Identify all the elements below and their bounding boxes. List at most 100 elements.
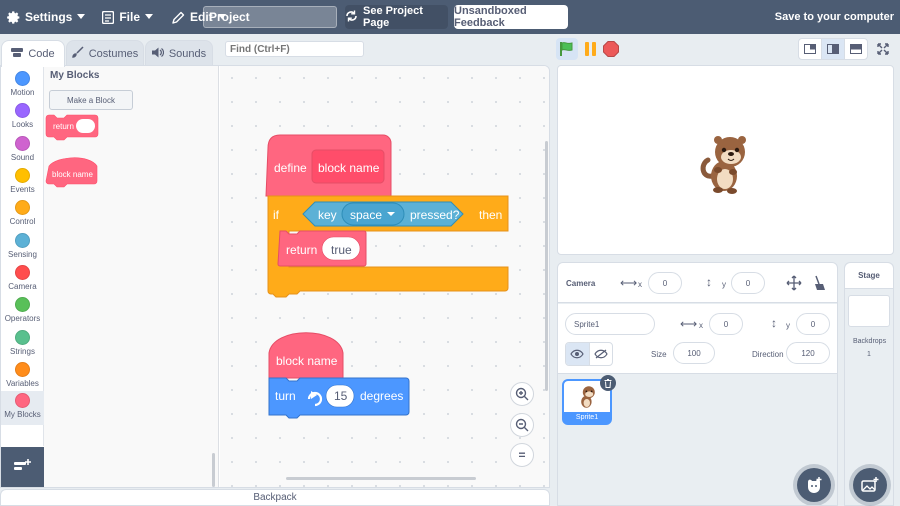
category-camera[interactable]: Camera [1,263,44,295]
show-sprite-button[interactable] [566,343,590,365]
return-value-label: true [331,243,352,257]
stop-button[interactable] [603,41,619,57]
save-to-computer-link[interactable]: Save to your computer [775,0,894,34]
category-sensing[interactable]: Sensing [1,231,44,263]
zoom-in-button[interactable] [510,382,534,406]
sprite-tile[interactable]: Sprite1 [562,375,616,425]
settings-menu[interactable]: Settings [0,0,92,34]
sprite-x-value: 0 [723,319,729,329]
broom-icon [815,275,825,290]
file-icon [102,10,115,24]
trash-icon [604,378,612,388]
workspace-vertical-scrollbar[interactable] [545,141,548,391]
delete-sprite-button[interactable] [600,375,616,391]
category-dot [15,362,30,377]
tab-sounds[interactable]: Sounds [145,40,213,66]
pressed-label: pressed? [410,208,460,222]
camera-move-button[interactable] [782,272,806,294]
project-title-input[interactable] [203,6,337,28]
add-backdrop-button[interactable] [853,468,887,502]
tab-costumes-label: Costumes [88,47,139,60]
return-value-slot[interactable] [76,119,95,133]
pause-button[interactable] [582,41,598,57]
otter-sprite[interactable] [698,132,758,196]
then-label: then [479,208,503,222]
code-editor: Motion Looks Sound Events Control Sensin… [0,65,550,488]
camera-reset-button[interactable] [807,272,831,294]
add-sprite-icon [808,477,822,493]
category-menu: Motion Looks Sound Events Control Sensin… [1,66,44,446]
file-menu[interactable]: File [95,0,160,34]
zoom-out-button[interactable] [510,413,534,437]
camera-label: Camera [566,279,596,288]
key-label: key [318,208,337,222]
normal-stage-button[interactable] [822,39,845,59]
add-extension-button[interactable] [1,447,44,487]
category-label: Sound [10,153,35,162]
category-motion[interactable]: Motion [1,69,44,101]
save-to-computer-label: Save to your computer [774,11,894,23]
sprite-y-value: 0 [810,319,816,329]
sprite-name-value: Sprite1 [574,319,600,329]
category-operators[interactable]: Operators [1,295,44,327]
stage-size-toggle [798,38,868,60]
turn-value-label: 15 [334,389,348,403]
tab-costumes[interactable]: Costumes [66,40,144,66]
category-sound[interactable]: Sound [1,134,44,166]
camera-x-input[interactable]: 0 [648,272,682,294]
category-looks[interactable]: Looks [1,101,44,133]
category-events[interactable]: Events [1,166,44,198]
category-control[interactable]: Control [1,198,44,230]
stage-pane-title: Stage [845,263,893,289]
category-label: Strings [10,347,35,356]
category-label: Control [9,217,36,226]
code-icon [11,47,24,61]
size-label: Size [651,350,667,359]
category-strings[interactable]: Strings [1,328,44,360]
category-label: My Blocks [4,410,41,419]
sprite-y-input[interactable]: 0 [796,313,830,335]
direction-value: 120 [801,348,815,358]
horizontal-arrows-icon: ⟷ [620,276,638,290]
hide-sprite-button[interactable] [590,343,613,365]
script-workspace[interactable]: define block name if key space pressed? … [220,66,549,487]
workspace-horizontal-scrollbar[interactable] [286,477,476,480]
find-input[interactable] [225,41,364,57]
zoom-reset-button[interactable]: = [510,443,534,467]
large-stage-button[interactable] [845,39,867,59]
category-variables[interactable]: Variables [1,360,44,392]
category-dot [15,71,30,86]
vertical-arrows-icon: ↕ [771,316,777,330]
category-dot [15,265,30,280]
key-value-label: space [350,208,383,222]
direction-input[interactable]: 120 [786,342,830,364]
see-project-page-button[interactable]: See Project Page [345,5,448,29]
remix-arrows-icon [345,10,358,25]
return-label: return [286,243,318,257]
sprite-x-input[interactable]: 0 [709,313,743,335]
small-stage-button[interactable] [799,39,822,59]
sprite-name-input[interactable]: Sprite1 [565,313,655,335]
stage-canvas[interactable] [557,65,894,255]
size-input[interactable]: 100 [673,342,715,364]
sprite-x-label: x [699,321,703,330]
fullscreen-button[interactable] [872,38,894,60]
category-dot [15,103,30,118]
unsandboxed-feedback-button[interactable]: Unsandboxed Feedback [454,5,568,29]
green-flag-button[interactable] [556,38,578,60]
backdrops-label: Backdrops [853,338,887,345]
palette-scrollbar[interactable] [212,453,215,487]
sprite-thumbnail [581,386,595,408]
tab-code[interactable]: Code [1,40,65,67]
camera-y-input[interactable]: 0 [731,272,765,294]
palette-block-name-label: block name [52,170,93,179]
move-arrows-icon [786,275,802,291]
stage-thumbnail[interactable] [848,295,890,327]
category-my-blocks[interactable]: My Blocks [1,391,44,425]
camera-x-value: 0 [662,278,668,288]
eye-crossed-icon [594,349,608,359]
backpack-bar[interactable]: Backpack [0,489,550,506]
category-label: Looks [11,120,34,129]
add-sprite-button[interactable] [797,468,831,502]
category-label: Variables [6,379,39,388]
